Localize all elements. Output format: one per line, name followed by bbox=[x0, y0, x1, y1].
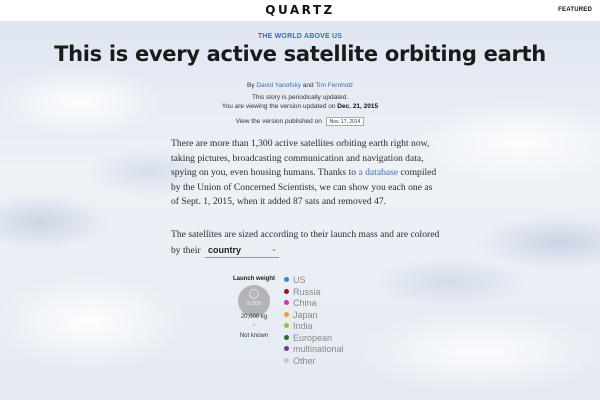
author-link-david-yanofsky[interactable]: David Yanofsky bbox=[256, 82, 301, 89]
legend-dot-icon bbox=[284, 277, 289, 283]
version-select[interactable]: Nov. 17, 2014 bbox=[325, 117, 365, 126]
legend-item-india: India bbox=[284, 321, 344, 333]
legend-item-european: European bbox=[284, 333, 344, 345]
chevron-down-icon: ⌄ bbox=[271, 245, 277, 253]
author-link-tim-fernholz[interactable]: Tim Fernholz bbox=[315, 82, 353, 89]
version-selector-label: View the version published on bbox=[235, 118, 322, 126]
legend-dot-icon bbox=[284, 311, 289, 317]
small-weight-label: 5,000 bbox=[247, 301, 261, 307]
legend-item-us: US bbox=[284, 275, 344, 287]
color-by-value: country bbox=[207, 244, 241, 255]
version-note: You are viewing the version updated on D… bbox=[0, 103, 600, 110]
plus-icon: + bbox=[252, 323, 256, 329]
legend-label: Russia bbox=[293, 286, 321, 297]
page-title: This is every active satellite orbiting … bbox=[54, 42, 546, 66]
database-link[interactable]: a database bbox=[358, 167, 398, 178]
legend-item-multinational: multinational bbox=[284, 344, 344, 356]
legend-dot-icon bbox=[284, 323, 289, 329]
legend-label: India bbox=[293, 321, 313, 331]
small-weight-circle bbox=[249, 289, 259, 299]
legend-label: Other bbox=[293, 355, 316, 366]
legend-dot-icon bbox=[284, 288, 289, 294]
legend-label: multinational bbox=[293, 344, 344, 354]
country-color-legend: US Russia China Japan India European mul… bbox=[284, 275, 344, 367]
byline: By David Yanofsky and Tim Fernholz bbox=[0, 82, 600, 89]
legend-item-japan: Japan bbox=[284, 310, 344, 322]
legend-label: China bbox=[293, 298, 317, 308]
legend-item-russia: Russia bbox=[284, 287, 344, 299]
intro-paragraph: There are more than 1,300 active satelli… bbox=[171, 137, 441, 210]
featured-link[interactable]: FEATURED bbox=[558, 7, 592, 13]
version-note-prefix: You are viewing the version updated on bbox=[221, 103, 336, 110]
top-navigation-bar: QUARTZ FEATURED bbox=[0, 0, 600, 22]
legend-dot-icon bbox=[284, 346, 289, 352]
legend-label: European bbox=[293, 332, 333, 343]
byline-and: and bbox=[302, 82, 314, 89]
large-weight-label: 20,000 kg bbox=[240, 314, 268, 320]
quartz-logo[interactable]: QUARTZ bbox=[0, 3, 600, 17]
unknown-weight-label: Not known bbox=[239, 333, 269, 339]
legend-label: US bbox=[293, 275, 306, 285]
version-selector-row: View the version published on Nov. 17, 2… bbox=[0, 117, 600, 126]
legend-dot-icon bbox=[284, 334, 289, 340]
sizing-paragraph: The satellites are sized according to th… bbox=[171, 228, 441, 258]
legend-dot-icon bbox=[284, 300, 289, 306]
legend-item-china: China bbox=[284, 298, 344, 310]
color-by-select[interactable]: country ⌄ bbox=[204, 243, 279, 258]
version-date: Dec. 21, 2015 bbox=[337, 103, 379, 110]
legend-dot-icon bbox=[284, 357, 289, 363]
legend-label: Japan bbox=[293, 309, 318, 320]
update-note: This story is periodically updated. bbox=[251, 94, 349, 101]
launch-weight-legend-title: Launch weight bbox=[233, 276, 275, 282]
legend-item-other: Other bbox=[284, 356, 344, 368]
byline-prefix: By bbox=[246, 82, 255, 89]
article-kicker[interactable]: THE WORLD ABOVE US bbox=[0, 33, 600, 40]
